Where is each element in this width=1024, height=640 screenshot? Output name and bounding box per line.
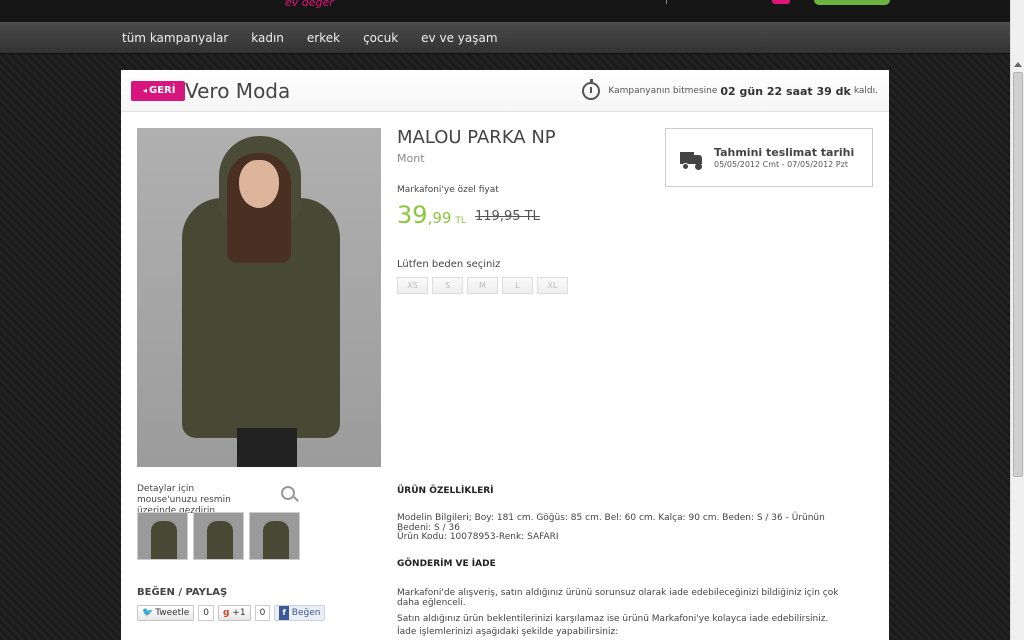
stopwatch-icon — [582, 79, 601, 100]
back-arrow-icon: ◂ — [143, 86, 148, 95]
product-panel: ◂ GERİ Vero Moda Kampanyanın bitmesine 02… — [121, 70, 889, 640]
size-option-xs[interactable]: XS — [397, 277, 428, 294]
gplus-button[interactable]: g +1 — [217, 605, 251, 621]
shipping-line-1: Markafoni'de alışveriş, satın aldığınız … — [397, 588, 839, 608]
product-main-image[interactable] — [137, 128, 381, 467]
truck-icon — [680, 152, 702, 170]
size-select-label: Lütfen beden seçiniz — [397, 259, 501, 270]
gplus-label: +1 — [232, 608, 246, 618]
top-green-button[interactable] — [814, 0, 890, 5]
gplus-count: 0 — [254, 605, 271, 621]
scrollbar-thumb[interactable] — [1013, 72, 1023, 477]
features-line-1: Modelin Bilgileri; Boy: 181 cm. Göğüs: 8… — [397, 513, 825, 533]
panel-header: ◂ GERİ Vero Moda Kampanyanın bitmesine 02… — [121, 70, 889, 112]
nav-item-kids[interactable]: çocuk — [354, 23, 407, 54]
main-nav: tüm kampanyalar kadın erkek çocuk ev ve … — [0, 22, 1010, 54]
delivery-estimate-box: Tahmini teslimat tarihi 05/05/2012 Cmt -… — [665, 128, 873, 187]
campaign-timer: Kampanyanın bitmesine 02 gün 22 saat 39 … — [582, 79, 878, 100]
share-title: BEĞEN / PAYLAŞ — [137, 587, 228, 598]
old-price: 119,95 TL — [475, 209, 540, 224]
tweet-button[interactable]: 🐦 Tweetle — [137, 605, 195, 621]
back-button-label: GERİ — [149, 85, 176, 96]
size-option-m[interactable]: M — [467, 277, 498, 294]
share-row: 🐦 Tweetle 0 g +1 0 f Beğen — [137, 605, 326, 621]
current-price: 39,99 TL — [397, 201, 466, 229]
timer-value: 02 gün 22 saat 39 dk — [720, 84, 851, 98]
scroll-up-arrow-icon[interactable] — [1014, 62, 1022, 67]
shipping-line-3: İade işlemlerinizi aşağıdaki şekilde yap… — [397, 627, 619, 637]
tweet-count: 0 — [198, 605, 214, 621]
facebook-like-button[interactable]: f Beğen — [274, 605, 326, 621]
price-integer: 39 — [397, 201, 428, 229]
nav-item-all-campaigns[interactable]: tüm kampanyalar — [113, 23, 237, 54]
twitter-bird-icon: 🐦 — [142, 608, 154, 618]
thumbnail-2[interactable] — [193, 512, 244, 560]
special-price-label: Markafoni'ye özel fiyat — [397, 185, 499, 195]
tweet-label: Tweetle — [155, 608, 190, 618]
nav-item-men[interactable]: erkek — [298, 23, 349, 54]
thumbnail-strip — [137, 512, 300, 560]
size-options: XS S M L XL — [397, 277, 568, 294]
timer-prefix: Kampanyanın bitmesine — [608, 86, 718, 96]
page-scrollbar[interactable] — [1010, 0, 1024, 640]
size-option-xl[interactable]: XL — [537, 277, 568, 294]
shipping-heading: GÖNDERİM VE İADE — [397, 559, 496, 569]
magnifier-icon — [281, 486, 295, 500]
back-button[interactable]: ◂ GERİ — [131, 81, 186, 101]
delivery-title: Tahmini teslimat tarihi — [714, 146, 855, 159]
site-logo[interactable]: ev değer — [285, 0, 334, 9]
price-currency: TL — [455, 216, 466, 226]
top-divider — [666, 0, 667, 4]
product-title: MALOU PARKA NP — [397, 127, 556, 148]
price-decimals: ,99 — [427, 209, 452, 227]
features-line-2: Ürün Kodu: 10078953-Renk: SAFARI — [397, 532, 559, 542]
thumbnail-3[interactable] — [249, 512, 300, 560]
gplus-icon: g — [222, 608, 230, 618]
size-option-s[interactable]: S — [432, 277, 463, 294]
brand-name: Vero Moda — [185, 79, 291, 103]
facebook-icon: f — [279, 606, 289, 620]
size-option-l[interactable]: L — [502, 277, 533, 294]
features-heading: ÜRÜN ÖZELLİKLERİ — [397, 486, 494, 496]
facebook-like-label: Beğen — [291, 608, 321, 618]
nav-item-home-living[interactable]: ev ve yaşam — [412, 23, 506, 54]
timer-suffix: kaldı. — [853, 86, 878, 96]
top-bar: ev değer — [0, 0, 1010, 22]
product-category: Mont — [397, 152, 425, 165]
delivery-dates: 05/05/2012 Cmt - 07/05/2012 Pzt — [714, 160, 848, 169]
shipping-line-2: Satın aldığınız ürün beklentilerinizi ka… — [397, 614, 829, 624]
top-pink-button[interactable] — [772, 0, 790, 4]
nav-item-women[interactable]: kadın — [242, 23, 293, 54]
thumbnail-1[interactable] — [137, 512, 188, 560]
